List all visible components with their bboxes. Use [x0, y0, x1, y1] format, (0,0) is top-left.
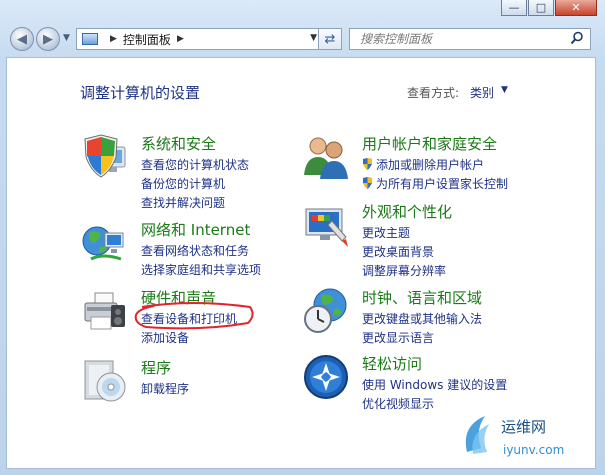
address-bar[interactable]: ▶ 控制面板 ▶ ▼	[76, 28, 342, 50]
maximize-button[interactable]: □	[528, 0, 554, 16]
watermark-url: iyunv.com	[503, 443, 564, 457]
programs-disc-icon[interactable]	[81, 357, 129, 405]
link-parental-controls[interactable]: 为所有用户设置家长控制	[362, 175, 508, 194]
shield-pc-icon[interactable]	[81, 133, 129, 181]
forward-button[interactable]: ▶	[36, 27, 60, 51]
printer-icon[interactable]	[81, 287, 129, 335]
link-add-device[interactable]: 添加设备	[141, 329, 237, 348]
globe-network-icon[interactable]	[81, 219, 129, 267]
address-dropdown[interactable]: ▼	[310, 33, 317, 43]
uac-shield-icon	[363, 158, 372, 170]
link-uninstall-program[interactable]: 卸载程序	[141, 380, 189, 399]
back-arrow-icon: ◀	[17, 31, 27, 47]
link-label: 为所有用户设置家长控制	[376, 177, 509, 191]
category-heading[interactable]: 时钟、语言和区域	[362, 287, 482, 308]
page-title: 调整计算机的设置	[80, 84, 201, 102]
link-display-language[interactable]: 更改显示语言	[362, 329, 482, 348]
link-backup-computer[interactable]: 备份您的计算机	[141, 175, 249, 194]
content-area: 调整计算机的设置 查看方式: 类别 ▼ 系统和安全 查看您的计算机状态 备份您的…	[6, 57, 596, 469]
link-add-remove-accounts[interactable]: 添加或删除用户帐户	[362, 156, 508, 175]
link-troubleshoot[interactable]: 查找并解决问题	[141, 194, 249, 213]
search-icon[interactable]	[570, 31, 584, 45]
link-screen-resolution[interactable]: 调整屏幕分辨率	[362, 262, 446, 281]
view-by-label: 查看方式:	[407, 86, 460, 100]
watermark-logo: 运维网 iyunv.com	[465, 416, 564, 457]
display-icon[interactable]	[302, 201, 350, 249]
refresh-button[interactable]: ⇄	[318, 28, 342, 50]
minimize-button[interactable]: —	[501, 0, 527, 16]
link-label: 添加或删除用户帐户	[376, 158, 485, 172]
forward-arrow-icon: ▶	[43, 31, 53, 47]
link-recommended-settings[interactable]: 使用 Windows 建议的设置	[362, 376, 507, 395]
uac-shield-icon	[363, 177, 372, 189]
window-controls: — □ ✕	[501, 0, 597, 16]
search-input[interactable]	[358, 31, 562, 47]
watermark-text: 运维网	[501, 418, 546, 436]
view-by-dropdown[interactable]: 类别	[470, 84, 494, 101]
category-heading[interactable]: 外观和个性化	[362, 201, 452, 222]
link-homegroup-sharing[interactable]: 选择家庭组和共享选项	[141, 261, 261, 280]
link-network-status[interactable]: 查看网络状态和任务	[141, 242, 261, 261]
recent-pages-dropdown[interactable]: ▼	[63, 33, 70, 43]
link-change-theme[interactable]: 更改主题	[362, 224, 446, 243]
category-heading[interactable]: 轻松访问	[362, 353, 422, 374]
link-desktop-background[interactable]: 更改桌面背景	[362, 243, 446, 262]
category-heading[interactable]: 程序	[141, 357, 171, 378]
search-box[interactable]	[349, 28, 591, 50]
category-heading[interactable]: 系统和安全	[141, 133, 216, 154]
category-heading[interactable]: 用户帐户和家庭安全	[362, 133, 497, 154]
control-panel-icon	[82, 33, 98, 45]
category-heading[interactable]: 网络和 Internet	[141, 219, 250, 240]
close-button[interactable]: ✕	[555, 0, 597, 16]
window-frame: — □ ✕ ◀ ▶ ▼ ▶ 控制面板 ▶ ▼ ⇄ 调整计算机的设置 查看方式: …	[0, 0, 605, 475]
breadcrumb-control-panel[interactable]: 控制面板	[123, 31, 171, 48]
annotation-circle	[134, 302, 254, 330]
breadcrumb-arrow[interactable]: ▶	[110, 34, 117, 44]
link-keyboard-input[interactable]: 更改键盘或其他输入法	[362, 310, 482, 329]
ease-of-access-icon[interactable]	[302, 353, 350, 401]
link-view-computer-status[interactable]: 查看您的计算机状态	[141, 156, 249, 175]
users-icon[interactable]	[302, 133, 350, 181]
back-button[interactable]: ◀	[10, 27, 34, 51]
breadcrumb-arrow[interactable]: ▶	[177, 34, 184, 44]
clock-globe-icon[interactable]	[302, 287, 350, 335]
refresh-icon: ⇄	[324, 31, 336, 47]
chevron-down-icon[interactable]: ▼	[501, 85, 508, 95]
